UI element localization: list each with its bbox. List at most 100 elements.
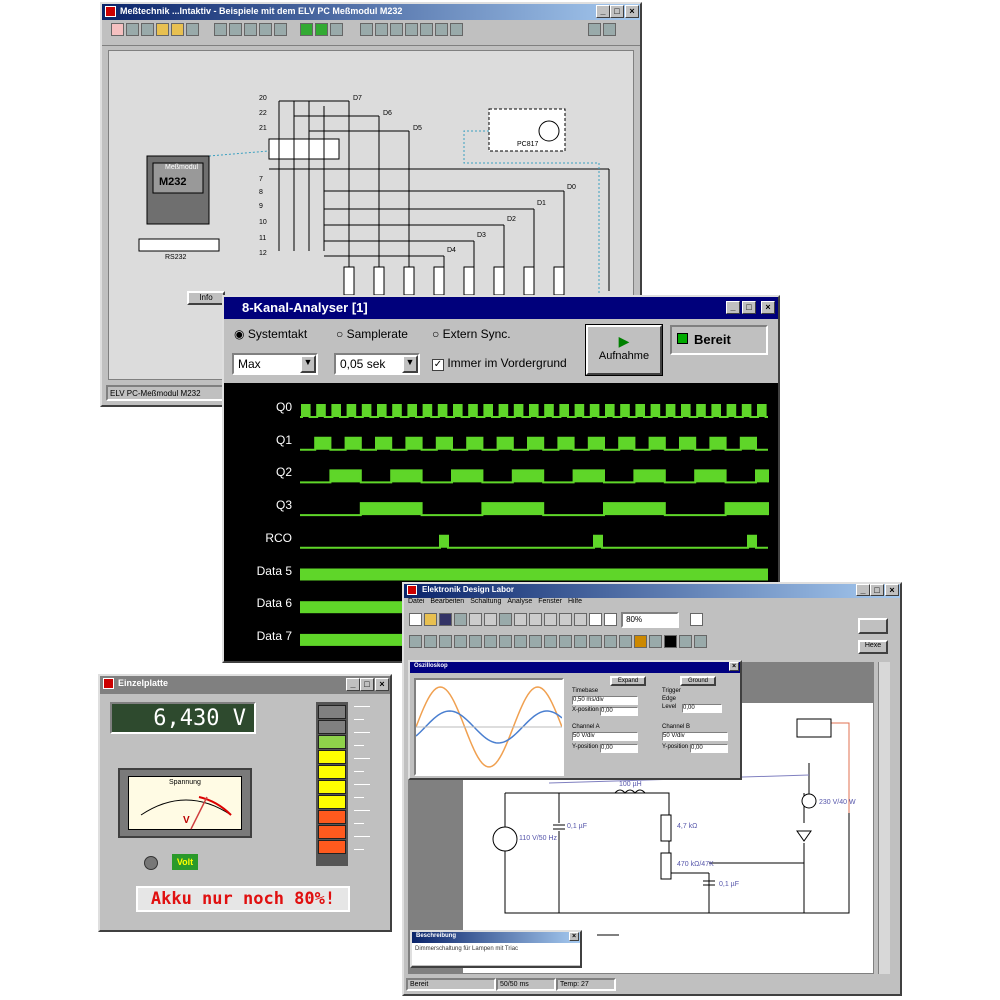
always-on-top-checkbox[interactable]: ✓ Immer im Vordergrund xyxy=(432,356,567,371)
component-icon[interactable] xyxy=(559,635,572,648)
minimize-button[interactable]: _ xyxy=(346,678,360,691)
tool-icon[interactable] xyxy=(529,613,542,626)
tool-icon[interactable] xyxy=(315,23,329,36)
chevron-down-icon[interactable]: ▼ xyxy=(300,355,316,373)
channel-a-field[interactable]: 50 V/div xyxy=(572,732,638,741)
minimize-button[interactable]: _ xyxy=(856,584,870,596)
maximize-button[interactable]: □ xyxy=(610,5,624,18)
vertical-scrollbar[interactable] xyxy=(878,662,890,974)
menu-datei[interactable]: Datei xyxy=(408,598,424,605)
close-button[interactable]: × xyxy=(569,932,579,941)
channel-b-field[interactable]: 50 V/div xyxy=(662,732,728,741)
zoom-out-icon[interactable] xyxy=(604,613,617,626)
radio-systemtakt[interactable]: ◉ Systemtakt xyxy=(234,327,307,341)
menu-hilfe[interactable]: Hilfe xyxy=(568,598,582,605)
copy-icon[interactable] xyxy=(484,613,497,626)
new-icon[interactable] xyxy=(409,613,422,626)
samplerate-select[interactable]: 0,05 sek ▼ xyxy=(334,353,420,375)
info-button[interactable]: Info xyxy=(187,291,225,305)
level-field[interactable]: 0,00 xyxy=(682,704,722,713)
tool-icon[interactable] xyxy=(435,23,449,36)
tool-icon[interactable] xyxy=(574,613,587,626)
timebase-select[interactable]: Max ▼ xyxy=(232,353,318,375)
tool-icon[interactable] xyxy=(300,23,314,36)
radio-extern-sync[interactable]: ○ Extern Sync. xyxy=(432,327,511,341)
tool-icon[interactable] xyxy=(420,23,434,36)
instrument-button[interactable] xyxy=(858,618,888,634)
close-button[interactable]: × xyxy=(885,584,899,596)
tool-icon[interactable] xyxy=(544,613,557,626)
component-icon[interactable] xyxy=(589,635,602,648)
help-icon[interactable] xyxy=(690,613,704,626)
knob-icon[interactable] xyxy=(144,856,158,870)
close-button[interactable]: × xyxy=(625,5,639,18)
component-icon[interactable] xyxy=(409,635,422,648)
component-icon[interactable] xyxy=(604,635,617,648)
menu-schaltung[interactable]: Schaltung xyxy=(470,598,501,605)
component-icon[interactable] xyxy=(484,635,497,648)
tool-icon[interactable] xyxy=(141,23,154,36)
tool-icon[interactable] xyxy=(171,23,184,36)
minimize-button[interactable]: _ xyxy=(726,301,740,314)
tool-icon[interactable] xyxy=(405,23,419,36)
window-titlebar[interactable]: Beschreibung × xyxy=(412,932,580,943)
tool-icon[interactable] xyxy=(559,613,572,626)
xposition-field[interactable]: 0,00 xyxy=(600,707,638,716)
tool-icon[interactable] xyxy=(450,23,464,36)
exit-icon[interactable] xyxy=(603,23,617,36)
tool-icon[interactable] xyxy=(514,613,527,626)
tool-icon[interactable] xyxy=(244,23,258,36)
component-icon[interactable] xyxy=(499,635,512,648)
menu-fenster[interactable]: Fenster xyxy=(538,598,562,605)
close-button[interactable]: × xyxy=(729,662,739,671)
component-icon[interactable] xyxy=(634,635,647,648)
component-icon[interactable] xyxy=(454,635,467,648)
window-titlebar[interactable]: 8-Kanal-Analyser [1] _ □ × xyxy=(224,297,778,319)
timebase-field[interactable]: 0,50 ms/div xyxy=(572,696,638,705)
component-icon[interactable] xyxy=(574,635,587,648)
tool-icon[interactable] xyxy=(330,23,344,36)
printer-icon[interactable] xyxy=(588,23,602,36)
ypos-b-field[interactable]: 0,00 xyxy=(690,744,728,753)
radio-samplerate[interactable]: ○ Samplerate xyxy=(336,327,408,341)
cut-icon[interactable] xyxy=(469,613,482,626)
ground-button[interactable]: Ground xyxy=(680,676,716,686)
measure-icon[interactable] xyxy=(664,635,677,648)
menu-analyse[interactable]: Analyse xyxy=(507,598,532,605)
volt-indicator[interactable]: Volt xyxy=(172,854,198,870)
component-icon[interactable] xyxy=(529,635,542,648)
tool-icon[interactable] xyxy=(156,23,169,36)
tool-icon[interactable] xyxy=(126,23,139,36)
tool-icon[interactable] xyxy=(259,23,273,36)
tool-icon[interactable] xyxy=(390,23,404,36)
component-icon[interactable] xyxy=(424,635,437,648)
maximize-button[interactable]: □ xyxy=(360,678,374,691)
print-icon[interactable] xyxy=(454,613,467,626)
tool-icon[interactable] xyxy=(214,23,228,36)
window-titlebar[interactable]: Einzelplatte _ □ × xyxy=(100,676,390,694)
hexe-button[interactable]: Hexe xyxy=(858,640,888,654)
component-icon[interactable] xyxy=(679,635,692,648)
window-titlebar[interactable]: Elektronik Design Labor _ □ × xyxy=(404,584,900,598)
zoom-in-icon[interactable] xyxy=(589,613,602,626)
window-titlebar[interactable]: Meßtechnik ...Intaktiv - Beispiele mit d… xyxy=(102,4,640,20)
close-button[interactable]: × xyxy=(761,301,775,314)
tool-icon[interactable] xyxy=(360,23,374,36)
elv-icon[interactable] xyxy=(111,23,124,36)
minimize-button[interactable]: _ xyxy=(596,5,610,18)
maximize-button[interactable]: □ xyxy=(870,584,884,596)
component-icon[interactable] xyxy=(439,635,452,648)
close-button[interactable]: × xyxy=(375,678,389,691)
component-icon[interactable] xyxy=(694,635,707,648)
window-titlebar[interactable]: Oszilloskop × xyxy=(410,662,740,673)
menu-bearbeiten[interactable]: Bearbeiten xyxy=(430,598,464,605)
component-icon[interactable] xyxy=(619,635,632,648)
component-icon[interactable] xyxy=(649,635,662,648)
ypos-a-field[interactable]: 0,00 xyxy=(600,744,638,753)
tool-icon[interactable] xyxy=(186,23,199,36)
open-icon[interactable] xyxy=(424,613,437,626)
expand-button[interactable]: Expand xyxy=(610,676,646,686)
zoom-select[interactable]: 80% xyxy=(621,612,680,628)
save-icon[interactable] xyxy=(439,613,452,626)
tool-icon[interactable] xyxy=(229,23,243,36)
